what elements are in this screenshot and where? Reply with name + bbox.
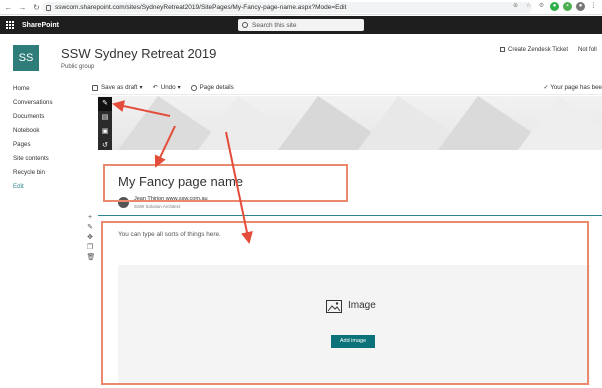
extension-badge-icon[interactable]: ▪ [563, 2, 572, 11]
nav-item-documents[interactable]: Documents [13, 110, 83, 124]
hero-pattern [118, 96, 602, 150]
site-title[interactable]: SSW Sydney Retreat 2019 [61, 46, 216, 61]
command-bar: Save as draft ▾ ↶ Undo ▾ Page details ✓ You… [90, 81, 602, 95]
nav-edit-link[interactable]: Edit [13, 180, 83, 194]
title-callout-box [103, 164, 348, 202]
app-launcher-icon[interactable] [6, 21, 14, 29]
nav-item-site-contents[interactable]: Site contents [13, 152, 83, 166]
nav-item-pages[interactable]: Pages [13, 138, 83, 152]
image-toolbar: ✎ ▤ ▣ ↺ [98, 97, 112, 153]
reload-button[interactable]: ↻ [31, 2, 42, 13]
nav-item-notebook[interactable]: Notebook [13, 124, 83, 138]
move-icon[interactable]: ✥ [87, 234, 94, 241]
forward-button[interactable]: → [17, 2, 28, 13]
star-icon[interactable]: ☆ [524, 2, 533, 11]
menu-icon[interactable]: ⋮ [589, 2, 598, 11]
nav-item-conversations[interactable]: Conversations [13, 96, 83, 110]
header-actions: Create Zendesk Ticket Not foll [500, 47, 597, 53]
site-subtitle: Public group [61, 64, 95, 70]
image-picker-icon[interactable]: ▣ [98, 125, 112, 139]
suite-title[interactable]: SharePoint [22, 22, 59, 29]
save-status: ✓ Your page has bee [543, 84, 602, 91]
content-callout-box [101, 221, 589, 385]
save-draft-button[interactable]: Save as draft ▾ [92, 84, 143, 91]
url-text: sswcom.sharepoint.com/sites/SydneyRetrea… [55, 4, 347, 11]
extension-icon[interactable]: ● [550, 2, 559, 11]
profile-icon[interactable]: ● [576, 2, 585, 11]
undo-icon: ↶ [152, 84, 158, 91]
nav-item-home[interactable]: Home [13, 82, 83, 96]
delete-icon[interactable]: 🗑 [87, 254, 96, 261]
left-navigation: Home Conversations Documents Notebook Pa… [13, 82, 83, 194]
follow-button[interactable]: Not foll [578, 47, 597, 53]
suite-bar: SharePoint Search this site [0, 16, 602, 34]
create-ticket-button[interactable]: Create Zendesk Ticket [500, 47, 568, 53]
settings-icon[interactable]: ⚙ [537, 2, 546, 11]
site-logo[interactable]: SS [13, 45, 39, 71]
address-bar[interactable]: sswcom.sharepoint.com/sites/SydneyRetrea… [42, 2, 532, 13]
edit-pencil-icon[interactable]: ✎ [98, 97, 112, 111]
page-details-button[interactable]: Page details [190, 84, 234, 91]
duplicate-icon[interactable]: ❐ [87, 244, 94, 251]
edit-section-icon[interactable]: ✎ [87, 224, 94, 231]
undo-button[interactable]: ↶ Undo ▾ [153, 84, 181, 91]
search-input[interactable]: Search this site [238, 19, 364, 31]
ticket-icon [500, 47, 505, 52]
hero-banner[interactable] [98, 96, 602, 150]
zoom-icon[interactable]: ⊕ [511, 2, 520, 11]
gear-icon [190, 84, 197, 91]
browser-toolbar: ← → ↻ sswcom.sharepoint.com/sites/Sydney… [0, 0, 602, 15]
section-divider [98, 215, 602, 216]
nav-item-recycle-bin[interactable]: Recycle bin [13, 166, 83, 180]
add-section-icon[interactable]: + [87, 214, 94, 221]
lock-icon [46, 4, 51, 11]
section-toolbar: + ✎ ✥ ❐ 🗑 [85, 214, 96, 261]
search-placeholder: Search this site [252, 21, 297, 29]
back-button[interactable]: ← [3, 2, 14, 13]
layout-icon[interactable]: ▤ [98, 111, 112, 125]
browser-extensions: ⊕ ☆ ⚙ ● ▪ ● ⋮ [511, 2, 598, 11]
save-icon [92, 84, 98, 91]
search-icon [242, 22, 248, 28]
author-role: SSW Solution Architect [134, 204, 181, 209]
